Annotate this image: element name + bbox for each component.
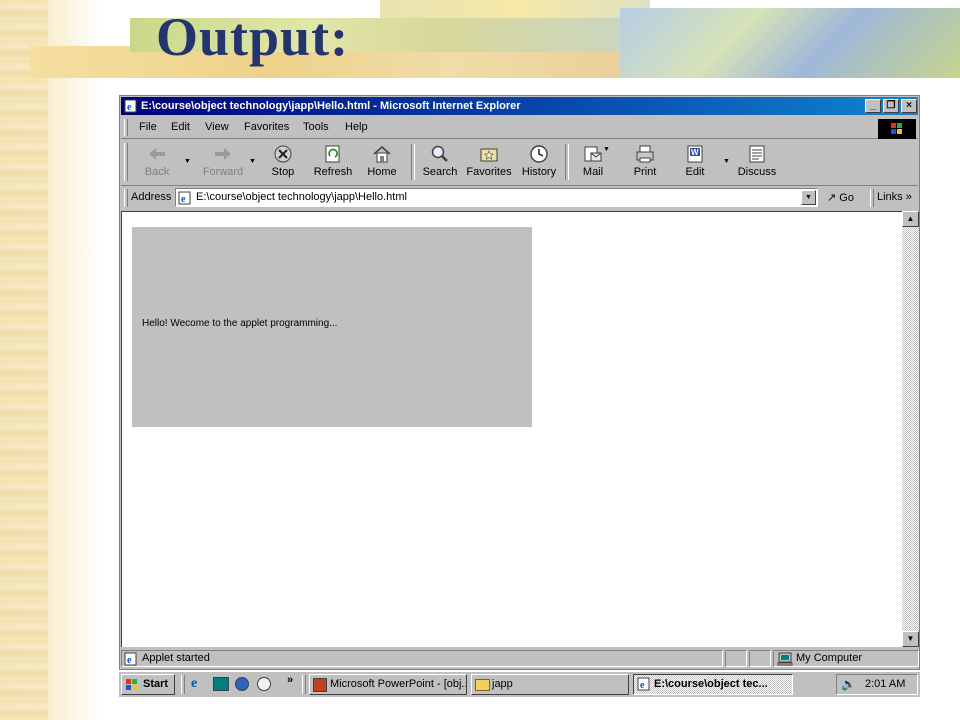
windows-logo-icon (878, 119, 916, 139)
window-title: E:\course\object technology\japp\Hello.h… (141, 100, 521, 112)
system-tray: 🔈 2:01 AM (836, 674, 918, 695)
slide-title: Output: (156, 7, 350, 67)
toolbar-separator (565, 144, 569, 180)
taskbar-grip[interactable] (302, 675, 306, 694)
folder-icon (475, 679, 490, 691)
taskbar: Start e » Microsoft PowerPoint - [obj...… (119, 671, 920, 697)
mail-dropdown-icon[interactable]: ▼ (603, 146, 610, 153)
address-grip[interactable] (124, 189, 128, 207)
desktop-icon[interactable] (213, 677, 229, 691)
forward-button[interactable]: Forward (197, 142, 249, 182)
toolbar-grip[interactable] (124, 143, 128, 181)
scroll-up-button[interactable]: ▲ (902, 211, 919, 227)
menubar-grip[interactable] (124, 119, 128, 136)
svg-text:e: e (127, 655, 132, 666)
status-panel-empty (749, 650, 771, 667)
close-button[interactable]: × (901, 99, 917, 113)
chevron-icon: » (905, 191, 912, 203)
applet-area[interactable]: Hello! Wecome to the applet programming.… (132, 227, 532, 427)
status-text: Applet started (142, 652, 210, 664)
menu-tools[interactable]: Tools (303, 121, 329, 133)
print-button[interactable]: Print (627, 142, 663, 182)
toolbar-separator (411, 144, 415, 180)
address-bar: Address e E:\course\object technology\ja… (121, 187, 918, 209)
back-arrow-icon (149, 148, 165, 160)
menu-favorites[interactable]: Favorites (244, 121, 289, 133)
address-dropdown-icon[interactable]: ▼ (801, 190, 816, 205)
vertical-scrollbar[interactable]: ▲ ▼ (902, 211, 919, 647)
start-button[interactable]: Start (121, 674, 175, 695)
links-grip[interactable] (870, 189, 874, 207)
home-button[interactable]: Home (363, 142, 401, 182)
svg-text:e: e (127, 102, 132, 113)
favorites-icon (480, 148, 498, 162)
edit-button[interactable]: W Edit (677, 142, 713, 182)
forward-arrow-icon (215, 148, 231, 160)
history-icon (530, 145, 548, 163)
powerpoint-icon (313, 678, 327, 692)
favorites-button[interactable]: Favorites (465, 142, 513, 182)
menu-help[interactable]: Help (345, 121, 368, 133)
restore-button[interactable]: ❐ (883, 99, 899, 113)
volume-icon[interactable]: 🔈 (841, 677, 856, 691)
ie-window: e E:\course\object technology\japp\Hello… (119, 95, 920, 670)
menu-edit[interactable]: Edit (171, 121, 190, 133)
edit-dropdown-icon[interactable]: ▼ (723, 158, 730, 165)
home-icon (373, 146, 391, 163)
history-button[interactable]: History (519, 142, 559, 182)
back-button[interactable]: Back (135, 142, 179, 182)
ie-quicklaunch-icon[interactable]: e (191, 676, 197, 692)
task-powerpoint[interactable]: Microsoft PowerPoint - [obj... (309, 674, 467, 695)
my-computer-icon (777, 652, 793, 666)
ie-page-icon: e (637, 677, 650, 691)
zone-text: My Computer (796, 652, 863, 664)
page-icon: e (178, 191, 191, 205)
menu-bar: File Edit View Favorites Tools Help (121, 117, 918, 139)
status-panel: e Applet started (121, 650, 723, 667)
status-bar: e Applet started My Computer (121, 649, 919, 668)
address-label: Address (131, 191, 172, 203)
search-icon (431, 145, 448, 162)
print-icon (636, 145, 654, 163)
menu-file[interactable]: File (139, 121, 157, 133)
mail-icon (584, 146, 602, 162)
svg-text:e: e (181, 194, 186, 205)
scroll-down-button[interactable]: ▼ (902, 631, 919, 647)
outlook-icon[interactable] (235, 677, 249, 691)
parchment-background (0, 0, 48, 720)
edit-icon: W (687, 145, 703, 163)
svg-text:W: W (691, 148, 699, 157)
go-arrow-icon: ↗ (827, 192, 837, 204)
minimize-button[interactable]: _ (865, 99, 881, 113)
ie-page-icon: e (124, 99, 137, 113)
svg-text:e: e (640, 680, 645, 691)
address-input[interactable]: e E:\course\object technology\japp\Hello… (175, 188, 818, 207)
title-bar[interactable]: e E:\course\object technology\japp\Hello… (121, 97, 918, 115)
chevron-icon[interactable]: » (287, 674, 293, 686)
stop-button[interactable]: Stop (263, 142, 303, 182)
discuss-button[interactable]: Discuss (735, 142, 779, 182)
clock[interactable]: 2:01 AM (865, 678, 905, 690)
task-japp[interactable]: japp (471, 674, 629, 695)
stop-icon (274, 145, 292, 163)
standard-toolbar: Back ▼ Forward ▼ Stop Refresh Home Searc… (121, 140, 918, 186)
menu-view[interactable]: View (205, 121, 229, 133)
applet-text: Hello! Wecome to the applet programming.… (142, 318, 338, 329)
zone-panel: My Computer (773, 650, 919, 667)
task-ie-active[interactable]: e E:\course\object tec... (633, 674, 793, 695)
links-button[interactable]: Links » (877, 191, 912, 203)
search-button[interactable]: Search (419, 142, 461, 182)
go-button[interactable]: ↗ Go (827, 191, 854, 204)
quicklaunch-grip[interactable] (181, 675, 185, 694)
page-icon: e (124, 652, 137, 666)
refresh-button[interactable]: Refresh (309, 142, 357, 182)
status-panel-empty (725, 650, 747, 667)
discuss-icon (749, 145, 765, 163)
back-dropdown-icon[interactable]: ▼ (184, 158, 191, 165)
forward-dropdown-icon[interactable]: ▼ (249, 158, 256, 165)
refresh-icon (325, 145, 340, 163)
media-icon[interactable] (257, 677, 271, 691)
page-content: Hello! Wecome to the applet programming.… (121, 211, 902, 647)
windows-logo-icon (126, 679, 137, 690)
